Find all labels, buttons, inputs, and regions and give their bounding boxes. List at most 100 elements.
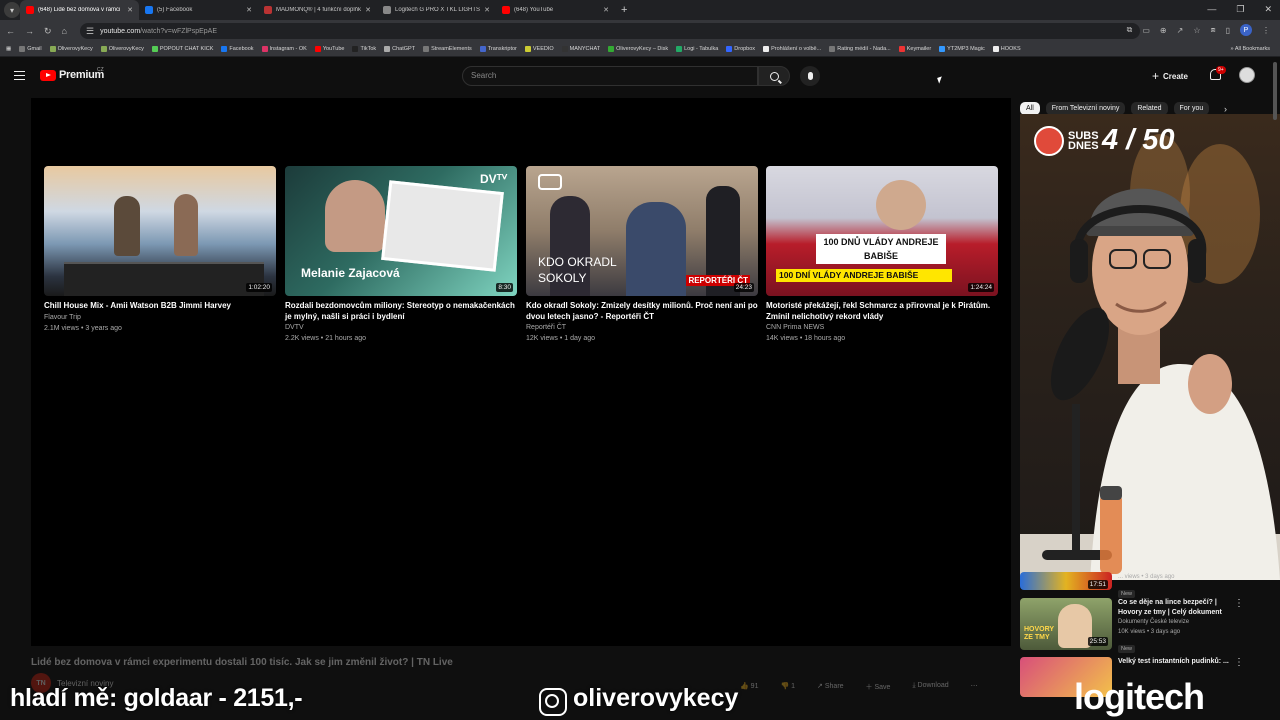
bookmark[interactable]: OliverovyKecy [100, 46, 144, 52]
bookmark[interactable]: Gmail [19, 46, 42, 52]
channel-name[interactable]: DVTV [285, 322, 517, 333]
browser-tab[interactable]: Logitech G PRO X TKL LIGHTSPEED✕ [377, 0, 496, 20]
video-title[interactable]: Velký test instantních pudinků: ... [1118, 657, 1230, 667]
bookmark[interactable]: Instagram - OK [261, 46, 307, 52]
video-thumbnail[interactable]: 100 DNŮ VLÁDY ANDREJE BABIŠE 100 DNÍ VLÁ… [766, 166, 998, 296]
scrollbar-thumb[interactable] [1273, 62, 1277, 120]
browser-tab[interactable]: MADMONQ® | 4 funkční doplňky ✕ [258, 0, 377, 20]
close-icon[interactable]: ✕ [365, 6, 371, 14]
save-button[interactable]: ＋ Save [866, 682, 891, 692]
close-icon[interactable]: ✕ [603, 6, 609, 14]
video-thumbnail[interactable]: Melanie Zajacová DVᵀⱽ 8:30 [285, 166, 517, 296]
menu-icon[interactable]: ⋮ [1262, 26, 1270, 35]
minimize-icon[interactable]: — [1207, 4, 1216, 15]
bookmark[interactable]: POPOUT CHAT KICK [151, 46, 213, 52]
address-bar[interactable]: ☰ youtube.com/watch?v=wFZlPspEpAE [80, 23, 1140, 39]
bookmark[interactable]: YT2MP3 Magic [939, 46, 985, 52]
endscreen-video[interactable]: Melanie Zajacová DVᵀⱽ 8:30 Rozdali bezdo… [285, 166, 517, 344]
bookmark[interactable]: TikTok [352, 46, 376, 52]
bookmark[interactable]: Dropbox [726, 46, 755, 52]
close-icon[interactable]: ✕ [246, 6, 252, 14]
bookmark[interactable]: Transkriptor [479, 46, 517, 52]
more-actions-icon[interactable]: ⋯ [971, 682, 978, 692]
youtube-play-icon [40, 69, 56, 81]
video-thumbnail[interactable]: HOVORY ZE TMY 25:53 [1020, 598, 1112, 650]
dislike-button[interactable]: 👎 1 [780, 682, 795, 692]
endscreen-video[interactable]: KDO OKRADL SOKOLY REPORTÉŘI ČT 24:23 Kdo… [526, 166, 758, 344]
browser-tab[interactable]: (5) Facebook ✕ [139, 0, 258, 20]
home-icon[interactable]: ⌂ [62, 26, 67, 36]
facebook-favicon-icon [145, 6, 153, 14]
channel-name[interactable]: CNN Prima NEWS [766, 322, 998, 333]
bookmark[interactable]: Logi - Tabulka [676, 46, 718, 52]
profile-avatar[interactable]: P [1240, 24, 1252, 36]
close-icon[interactable]: ✕ [127, 6, 133, 14]
reload-icon[interactable]: ↻ [44, 26, 52, 37]
account-avatar[interactable] [1239, 67, 1255, 83]
video-meta: ... views • 3 days ago [1118, 574, 1175, 580]
page-favicon-icon [383, 6, 391, 14]
bookmark[interactable]: Facebook [221, 46, 254, 52]
tab-search-button[interactable]: ▾ [4, 2, 20, 18]
bookmark[interactable]: VEEDIO [524, 46, 554, 52]
recommendation-item[interactable]: 17:51 ... views • 3 days ago New [1020, 572, 1230, 600]
channel-name[interactable]: Reportéři ČT [526, 322, 758, 333]
more-options-icon[interactable]: ⋮ [1234, 598, 1244, 609]
thumbnail-caption: KDO OKRADL SOKOLY [538, 255, 617, 285]
video-title[interactable]: Chill House Mix - Amii Watson B2B Jimmi … [44, 301, 276, 312]
forward-icon[interactable]: → [25, 26, 34, 36]
bookmark[interactable]: MANYCHAT [561, 46, 600, 52]
chevron-right-icon[interactable]: › [1224, 104, 1227, 114]
close-icon[interactable]: ✕ [484, 6, 490, 14]
bookmark[interactable]: HOOKS [992, 46, 1021, 52]
all-bookmarks-button[interactable]: » All Bookmarks [1231, 46, 1270, 52]
recommendation-item[interactable]: HOVORY ZE TMY 25:53 Co se děje na lince … [1020, 598, 1230, 655]
like-button[interactable]: 👍 91 [740, 682, 758, 692]
video-thumbnail[interactable]: KDO OKRADL SOKOLY REPORTÉŘI ČT 24:23 [526, 166, 758, 296]
search-button[interactable] [758, 66, 790, 86]
back-icon[interactable]: ← [6, 26, 15, 36]
voice-search-button[interactable] [800, 66, 820, 86]
sidepanel-icon[interactable]: ▯ [1226, 26, 1230, 35]
site-info-icon[interactable]: ☰ [86, 26, 94, 37]
video-title[interactable]: Motoristé překážejí, řekl Schmarcz a při… [766, 301, 998, 322]
video-title[interactable]: Rozdali bezdomovcům miliony: Stereotyp o… [285, 301, 517, 322]
hamburger-menu-icon[interactable] [14, 71, 25, 80]
bookmark[interactable]: Keymailer [898, 46, 931, 52]
download-button[interactable]: ⤓ Download [912, 682, 948, 692]
video-thumbnail[interactable]: 1:02:20 [44, 166, 276, 296]
video-title[interactable]: Co se děje na lince bezpečí? | Hovory ze… [1118, 598, 1230, 617]
endscreen-video[interactable]: 1:02:20 Chill House Mix - Amii Watson B2… [44, 166, 276, 334]
search-input[interactable]: Search [462, 66, 758, 86]
bookmark[interactable]: Rating médií - Nada... [829, 46, 891, 52]
bookmark-star-icon[interactable]: ☆ [1193, 26, 1200, 35]
apps-icon[interactable]: ▦ [6, 46, 11, 52]
more-options-icon[interactable]: ⋮ [1234, 657, 1244, 668]
channel-name[interactable]: Flavour Trip [44, 312, 276, 323]
bookmark[interactable]: OliverovyKecy [49, 46, 93, 52]
share-icon[interactable]: ↗ [1177, 26, 1184, 35]
create-button[interactable]: + Create [1152, 69, 1188, 83]
close-window-icon[interactable]: ✕ [1264, 4, 1272, 15]
bookmark[interactable]: ChatGPT [384, 46, 415, 52]
bookmark[interactable]: OliverovyKecy – Disk [608, 46, 668, 52]
browser-tab[interactable]: (648) YouTube ✕ [496, 0, 615, 20]
youtube-premium-logo[interactable]: Premium [40, 69, 104, 81]
new-tab-button[interactable]: + [621, 4, 627, 16]
country-code: CZ [97, 67, 104, 73]
video-title[interactable]: Kdo okradl Sokoly: Zmizely desítky milio… [526, 301, 758, 322]
cast-icon[interactable]: ▭ [1142, 26, 1150, 35]
bookmark[interactable]: Prohlášení o volbě... [763, 46, 821, 52]
channel-name[interactable]: Dokumenty České televize [1118, 617, 1230, 627]
extensions-icon[interactable]: ⧈ [1211, 25, 1216, 35]
browser-tab[interactable]: (648) Lidé bez domova v rámci ✕ [20, 0, 139, 20]
video-thumbnail[interactable]: 17:51 [1020, 572, 1112, 590]
share-button[interactable]: ↗ Share [817, 682, 844, 692]
maximize-icon[interactable]: ❐ [1236, 4, 1244, 15]
duration-badge: 25:53 [1087, 637, 1108, 646]
translate-icon[interactable]: ⧉ [1127, 25, 1133, 35]
zoom-icon[interactable]: ⊕ [1160, 26, 1167, 35]
bookmark[interactable]: StreamElements [423, 46, 472, 52]
endscreen-video[interactable]: 100 DNŮ VLÁDY ANDREJE BABIŠE 100 DNÍ VLÁ… [766, 166, 998, 344]
bookmark[interactable]: YouTube [314, 46, 344, 52]
